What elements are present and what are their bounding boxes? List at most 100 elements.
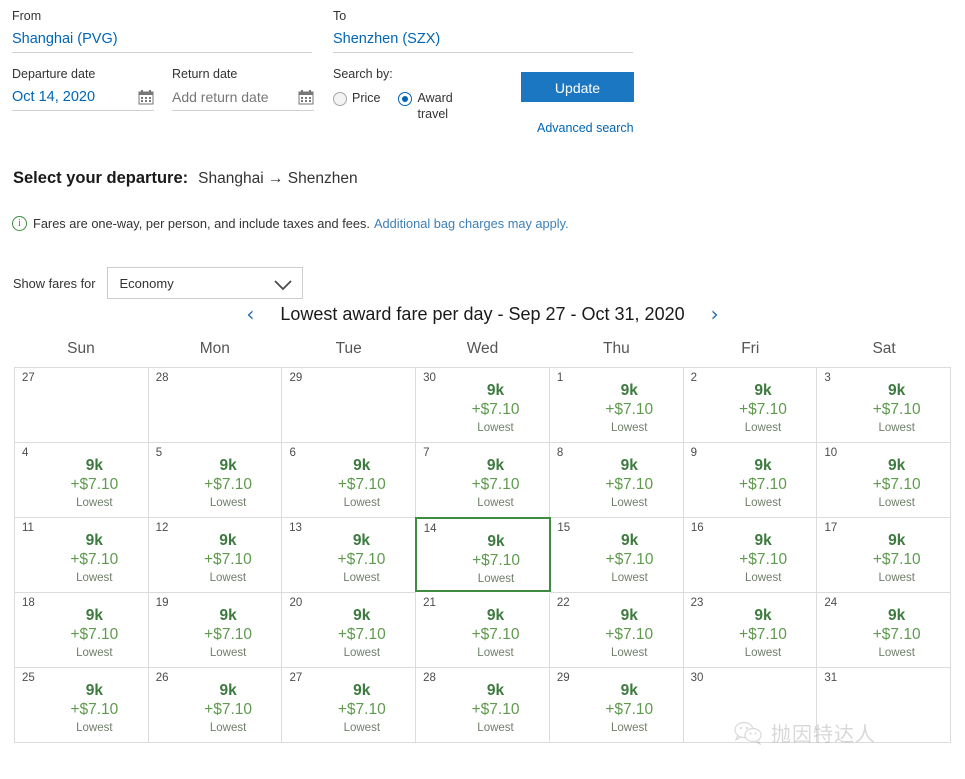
calendar-title: Lowest award fare per day - Sep 27 - Oct… <box>280 303 685 324</box>
calendar-day-cell[interactable]: 25 9k +$7.10 Lowest <box>15 668 149 743</box>
cabin-class-value: Economy <box>119 275 174 291</box>
return-date-underline <box>172 110 314 111</box>
return-date-field[interactable]: Return date Add return date <box>172 66 314 111</box>
calendar-day-cell[interactable]: 13 9k +$7.10 Lowest <box>282 518 416 593</box>
fare-miles: 9k <box>486 382 505 399</box>
calendar-day-cell[interactable]: 11 9k +$7.10 Lowest <box>15 518 149 593</box>
calendar-grid: 27 28 29 30 9k +$7.10 Lowest 1 9k +$7.10 Lowest 2 9k… <box>14 367 952 743</box>
fare-tax: +$7.10 <box>471 701 520 718</box>
fare-label: Lowest <box>611 722 648 734</box>
calendar-day-number: 29 <box>289 372 303 384</box>
to-label: To <box>333 9 347 23</box>
advanced-search-link[interactable]: Advanced search <box>537 121 634 135</box>
calendar-prev-button[interactable]: ‹ <box>240 303 260 325</box>
return-date-placeholder[interactable]: Add return date <box>172 82 269 107</box>
bag-charges-link[interactable]: Additional bag charges may apply. <box>374 216 569 231</box>
update-button[interactable]: Update <box>521 72 634 102</box>
calendar-fare: 9k +$7.10 Lowest <box>282 456 415 511</box>
calendar-next-button[interactable]: › <box>705 303 725 325</box>
fare-label: Lowest <box>209 722 247 734</box>
fare-label: Lowest <box>611 647 648 659</box>
fare-miles: 9k <box>888 532 906 549</box>
radio-award-travel-label: Award travel <box>417 91 453 121</box>
fare-label: Lowest <box>76 572 113 584</box>
calendar-fare: 9k +$7.10 Lowest <box>416 606 549 661</box>
departure-date-value[interactable]: Oct 14, 2020 <box>12 82 95 107</box>
calendar-day-cell[interactable]: 20 9k +$7.10 Lowest <box>282 593 417 668</box>
calendar-day-cell[interactable]: 28 9k +$7.10 Lowest <box>416 668 550 743</box>
radio-price-circle-icon[interactable] <box>333 92 347 106</box>
calendar-day-cell[interactable]: 7 9k +$7.10 Lowest <box>416 443 550 518</box>
calendar-icon[interactable] <box>138 89 154 105</box>
fare-tax: +$7.10 <box>471 476 520 493</box>
to-value[interactable]: Shenzhen (SZX) <box>333 24 633 49</box>
search-panel: From Shanghai (PVG) To Shenzhen (SZX) De… <box>0 0 965 150</box>
calendar-week-row: 11 9k +$7.10 Lowest 12 9k +$7.10 Lowest 13 9k +$7.… <box>15 517 952 593</box>
calendar-day-cell[interactable]: 1 9k +$7.10 Lowest <box>549 368 684 443</box>
calendar-day-cell-empty: 31 <box>817 668 952 743</box>
calendar-icon[interactable] <box>298 89 314 105</box>
calendar-fare: 9k +$7.10 Lowest <box>15 606 148 661</box>
calendar-day-cell[interactable]: 30 9k +$7.10 Lowest <box>416 368 550 443</box>
calendar-day-cell[interactable]: 10 9k +$7.10 Lowest <box>817 443 952 518</box>
calendar-day-cell[interactable]: 26 9k +$7.10 Lowest <box>148 668 283 743</box>
from-value[interactable]: Shanghai (PVG) <box>12 24 312 49</box>
departure-date-label: Departure date <box>12 67 96 81</box>
calendar-fare: 9k +$7.10 Lowest <box>416 681 549 736</box>
calendar-day-cell[interactable]: 12 9k +$7.10 Lowest <box>148 518 283 593</box>
calendar-day-number: 28 <box>155 372 169 384</box>
calendar-day-cell[interactable]: 8 9k +$7.10 Lowest <box>549 443 684 518</box>
calendar-day-cell[interactable]: 18 9k +$7.10 Lowest <box>15 593 149 668</box>
calendar-day-cell[interactable]: 15 9k +$7.10 Lowest <box>550 518 684 593</box>
calendar-weekday-thu: Thu <box>603 340 630 357</box>
fare-tax: +$7.10 <box>70 701 119 718</box>
from-field[interactable]: From Shanghai (PVG) <box>12 8 312 53</box>
fare-label: Lowest <box>878 422 915 434</box>
departure-date-field[interactable]: Departure date Oct 14, 2020 <box>12 66 154 111</box>
cabin-class-select[interactable]: Economy <box>106 267 303 299</box>
calendar-day-cell[interactable]: 14 9k +$7.10 Lowest <box>414 517 552 592</box>
fare-tax: +$7.10 <box>337 701 386 718</box>
calendar-day-cell[interactable]: 22 9k +$7.10 Lowest <box>549 593 684 668</box>
calendar-fare: 9k +$7.10 Lowest <box>416 456 549 511</box>
fare-label: Lowest <box>878 647 915 659</box>
calendar-day-cell[interactable]: 29 9k +$7.10 Lowest <box>549 668 684 743</box>
calendar-day-cell[interactable]: 16 9k +$7.10 Lowest <box>683 518 818 593</box>
calendar-day-cell[interactable]: 2 9k +$7.10 Lowest <box>683 368 818 443</box>
calendar-day-cell[interactable]: 19 9k +$7.10 Lowest <box>148 593 283 668</box>
fare-miles: 9k <box>219 607 237 624</box>
fare-label: Lowest <box>76 497 113 509</box>
calendar-day-cell[interactable]: 17 9k +$7.10 Lowest <box>817 518 952 593</box>
to-underline <box>333 52 633 53</box>
fare-tax: +$7.10 <box>472 552 520 569</box>
calendar-weekday-fri: Fri <box>741 340 760 357</box>
calendar-fare: 9k +$7.10 Lowest <box>684 606 817 661</box>
calendar-fare: 9k +$7.10 Lowest <box>550 531 683 586</box>
calendar-day-cell[interactable]: 4 9k +$7.10 Lowest <box>15 443 149 518</box>
radio-price-label: Price <box>352 91 381 105</box>
to-field[interactable]: To Shenzhen (SZX) <box>333 8 633 53</box>
calendar-fare: 9k +$7.10 Lowest <box>149 531 282 586</box>
calendar-day-cell[interactable]: 27 9k +$7.10 Lowest <box>282 668 417 743</box>
calendar-day-cell[interactable]: 9 9k +$7.10 Lowest <box>683 443 818 518</box>
calendar-day-cell-empty: 27 <box>15 368 149 443</box>
fare-label: Lowest <box>744 497 782 509</box>
fare-miles: 9k <box>486 457 505 474</box>
calendar-day-cell[interactable]: 23 9k +$7.10 Lowest <box>683 593 818 668</box>
calendar-day-cell[interactable]: 21 9k +$7.10 Lowest <box>416 593 550 668</box>
calendar-day-cell[interactable]: 5 9k +$7.10 Lowest <box>148 443 283 518</box>
radio-award-travel-circle-icon[interactable] <box>398 92 413 106</box>
fare-tax: +$7.10 <box>70 476 119 493</box>
radio-award-travel[interactable]: Award travel <box>398 90 477 122</box>
calendar-fare: 9k +$7.10 Lowest <box>817 381 950 436</box>
fare-miles: 9k <box>754 457 772 474</box>
calendar-day-cell[interactable]: 3 9k +$7.10 Lowest <box>817 368 952 443</box>
calendar-weekday-tue: Tue <box>335 340 362 357</box>
radio-price[interactable]: Price <box>333 90 380 106</box>
calendar-day-cell-empty: 30 <box>683 668 818 743</box>
fare-tax: +$7.10 <box>872 626 921 643</box>
calendar-day-cell[interactable]: 24 9k +$7.10 Lowest <box>817 593 952 668</box>
fare-note-text: Fares are one-way, per person, and inclu… <box>33 216 370 231</box>
calendar-day-cell[interactable]: 6 9k +$7.10 Lowest <box>282 443 417 518</box>
chevron-down-icon[interactable] <box>273 278 292 290</box>
